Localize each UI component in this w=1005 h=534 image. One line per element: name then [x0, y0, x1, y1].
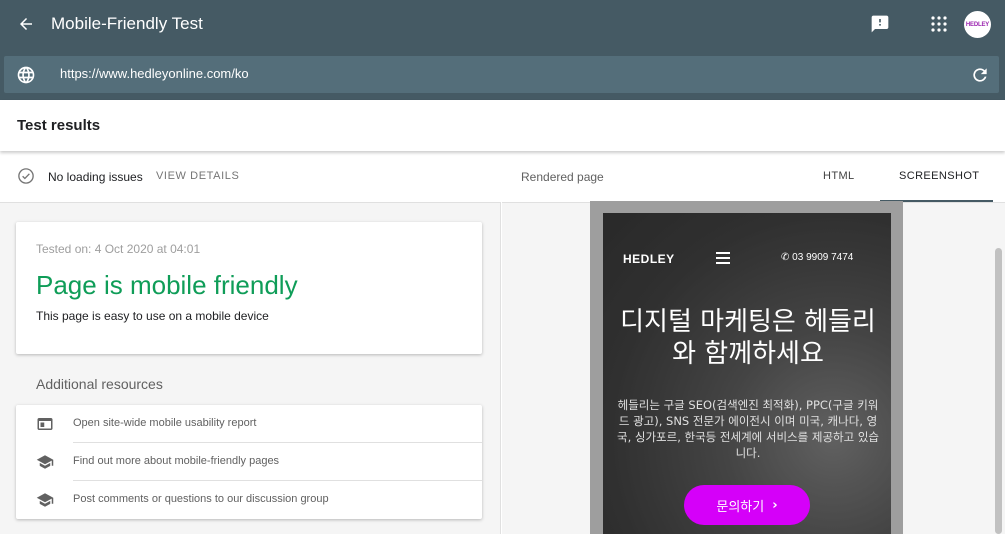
scrollbar-thumb[interactable] [995, 248, 1002, 534]
app-title: Mobile-Friendly Test [51, 14, 203, 33]
apps-grid-icon[interactable] [927, 12, 951, 36]
globe-icon [16, 65, 36, 85]
results-header: Test results [0, 100, 1005, 151]
results-pane: No loading issues VIEW DETAILS Tested on… [0, 151, 501, 534]
feedback-icon[interactable] [868, 12, 892, 36]
site-logo: HEDLEY [623, 252, 675, 266]
rendered-page-pane: Rendered page HTML SCREENSHOT HEDLEY ✆ 0… [502, 151, 1005, 534]
additional-resources-heading: Additional resources [36, 376, 163, 392]
view-details-button[interactable]: VIEW DETAILS [156, 170, 239, 182]
avatar[interactable]: HEDLEY [964, 11, 991, 38]
resource-item-usability-report[interactable]: Open site-wide mobile usability report [16, 405, 482, 443]
url-bar-container [0, 56, 1005, 100]
resource-item-discussion-group[interactable]: Post comments or questions to our discus… [16, 481, 482, 519]
list-item-label: Find out more about mobile-friendly page… [73, 455, 280, 467]
check-circle-icon [17, 167, 35, 185]
verdict-heading: Page is mobile friendly [36, 270, 298, 300]
report-icon [36, 415, 54, 433]
back-arrow-icon[interactable] [14, 12, 38, 36]
status-text: No loading issues [48, 170, 143, 184]
list-item-label: Open site-wide mobile usability report [73, 417, 257, 429]
site-contact-button[interactable]: 문의하기 › [684, 485, 810, 525]
tab-screenshot[interactable]: SCREENSHOT [899, 170, 979, 182]
list-item-label: Post comments or questions to our discus… [73, 493, 329, 505]
site-phone-number[interactable]: ✆ 03 9909 7474 [781, 252, 853, 263]
chevron-right-icon: › [772, 497, 778, 513]
rendered-page-header: Rendered page HTML SCREENSHOT [502, 151, 1005, 203]
verdict-subtext: This page is easy to use on a mobile dev… [36, 309, 269, 323]
loading-status-row: No loading issues VIEW DETAILS [0, 151, 501, 203]
verdict-card: Tested on: 4 Oct 2020 at 04:01 Page is m… [16, 222, 482, 354]
tab-html[interactable]: HTML [823, 170, 855, 182]
site-headline: 디지털 마케팅은 헤들리와 함께하세요 [620, 307, 876, 369]
rendered-screenshot: HEDLEY ✆ 03 9909 7474 디지털 마케팅은 헤들리와 함께하세… [603, 213, 891, 534]
url-input[interactable] [60, 66, 940, 81]
resources-list: Open site-wide mobile usability report F… [16, 405, 482, 519]
refresh-icon[interactable] [970, 65, 990, 85]
phone-icon: ✆ [781, 252, 790, 263]
site-body-text: 헤들리는 구글 SEO(검색엔진 최적화), PPC(구글 키워드 광고), S… [617, 398, 880, 460]
hamburger-menu-icon[interactable] [716, 251, 730, 265]
phone-frame: HEDLEY ✆ 03 9909 7474 디지털 마케팅은 헤들리와 함께하세… [590, 201, 903, 534]
rendered-page-title: Rendered page [521, 170, 604, 184]
url-bar [4, 56, 999, 93]
app-header: Mobile-Friendly Test HEDLEY [0, 0, 1005, 56]
school-icon [36, 491, 54, 509]
site-phone-text: 03 9909 7474 [792, 252, 854, 263]
site-cta-label: 문의하기 [716, 499, 765, 515]
page-title: Test results [17, 117, 101, 134]
school-icon [36, 453, 54, 471]
resource-item-learn-more[interactable]: Find out more about mobile-friendly page… [16, 443, 482, 481]
tested-on-timestamp: Tested on: 4 Oct 2020 at 04:01 [36, 242, 201, 256]
